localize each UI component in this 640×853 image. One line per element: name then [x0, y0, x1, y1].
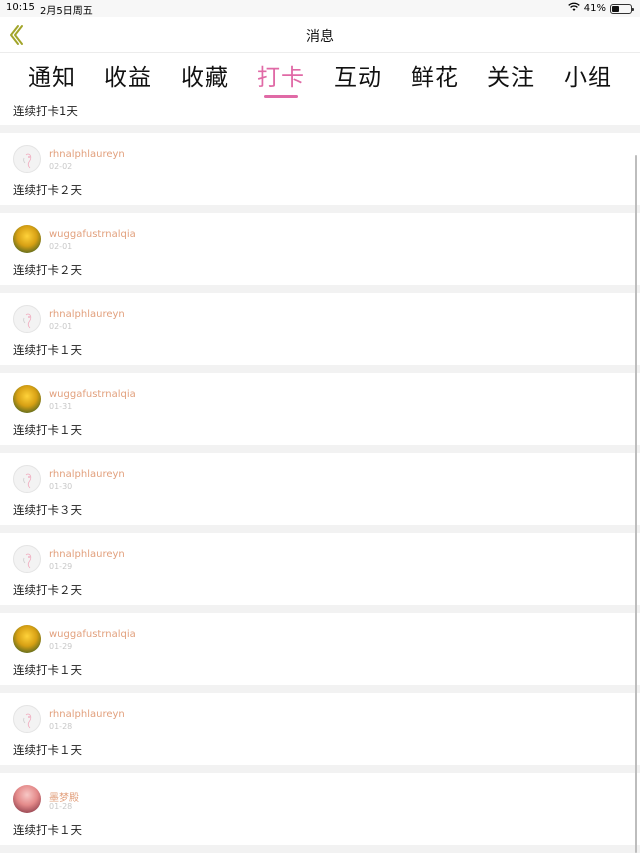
- checkin-message: 连续打卡１天: [13, 423, 82, 437]
- avatar[interactable]: [13, 145, 41, 173]
- page-title: 消息: [306, 29, 334, 45]
- checkin-message: 连续打卡２天: [13, 263, 82, 277]
- list-item[interactable]: rhnalphlaureyn 01-29 连续打卡２天: [0, 533, 640, 605]
- tab-interaction[interactable]: 互动: [320, 58, 396, 92]
- username-link[interactable]: rhnalphlaureyn: [49, 149, 125, 160]
- checkin-date: 02-01: [49, 242, 73, 251]
- scrollbar[interactable]: [635, 155, 637, 853]
- avatar[interactable]: [13, 305, 41, 333]
- username-link[interactable]: rhnalphlaureyn: [49, 709, 125, 720]
- checkin-message: 连续打卡１天: [13, 663, 82, 677]
- list-item[interactable]: 墨梦殿 01-28 连续打卡１天: [0, 773, 640, 845]
- list-item[interactable]: rhnalphlaureyn 01-30 连续打卡３天: [0, 453, 640, 525]
- username-link[interactable]: wuggafustrnalqia: [49, 229, 136, 240]
- checkin-message: 连续打卡２天: [13, 583, 82, 597]
- username-link[interactable]: wuggafustrnalqia: [49, 629, 136, 640]
- checkin-message: 连续打卡1天: [13, 104, 78, 118]
- checkin-date: 01-28: [49, 802, 73, 811]
- checkin-date: 01-29: [49, 642, 73, 651]
- list-item[interactable]: wuggafustrnalqia 01-31 连续打卡１天: [0, 373, 640, 445]
- username-link[interactable]: rhnalphlaureyn: [49, 309, 125, 320]
- wifi-icon: [568, 2, 580, 15]
- avatar[interactable]: [13, 225, 41, 253]
- battery-icon: [610, 3, 634, 14]
- checkin-message: 连续打卡１天: [13, 743, 82, 757]
- username-link[interactable]: rhnalphlaureyn: [49, 549, 125, 560]
- status-bar: 10:15 2月5日周五 41%: [0, 0, 640, 17]
- tab-checkin[interactable]: 打卡: [243, 58, 319, 92]
- checkin-list[interactable]: 连续打卡1天 rhnalphlaureyn 02-02 连续打卡２天 wugga…: [0, 101, 640, 853]
- active-tab-indicator: [264, 95, 298, 98]
- avatar[interactable]: [13, 785, 41, 813]
- avatar[interactable]: [13, 545, 41, 573]
- battery-percent: 41%: [583, 3, 606, 14]
- checkin-date: 01-30: [49, 482, 73, 491]
- nav-bar: 消息: [0, 17, 640, 53]
- username-link[interactable]: rhnalphlaureyn: [49, 469, 125, 480]
- tab-following[interactable]: 关注: [473, 58, 549, 92]
- tab-bar: 通知 收益 收藏 打卡 互动 鲜花 关注 小组: [0, 53, 640, 101]
- checkin-date: 01-29: [49, 562, 73, 571]
- list-item[interactable]: 连续打卡1天: [0, 101, 640, 125]
- list-item[interactable]: rhnalphlaureyn 02-02 连续打卡２天: [0, 133, 640, 205]
- username-link[interactable]: wuggafustrnalqia: [49, 389, 136, 400]
- avatar[interactable]: [13, 385, 41, 413]
- tab-groups[interactable]: 小组: [550, 58, 626, 92]
- checkin-message: 连续打卡１天: [13, 823, 82, 837]
- avatar[interactable]: [13, 705, 41, 733]
- checkin-date: 02-01: [49, 322, 73, 331]
- status-date: 2月5日周五: [40, 6, 93, 17]
- tab-favorites[interactable]: 收藏: [167, 58, 243, 92]
- checkin-date: 01-28: [49, 722, 73, 731]
- tab-notifications[interactable]: 通知: [14, 58, 90, 92]
- checkin-message: 连续打卡３天: [13, 503, 82, 517]
- status-right: 41%: [568, 2, 634, 15]
- list-item[interactable]: rhnalphlaureyn 02-01 连续打卡１天: [0, 293, 640, 365]
- list-item[interactable]: wuggafustrnalqia 01-29 连续打卡１天: [0, 613, 640, 685]
- checkin-message: 连续打卡２天: [13, 183, 82, 197]
- list-item[interactable]: rhnalphlaureyn 01-28 连续打卡１天: [0, 693, 640, 765]
- avatar[interactable]: [13, 465, 41, 493]
- tab-flowers[interactable]: 鲜花: [397, 58, 473, 92]
- list-item[interactable]: wuggafustrnalqia 02-01 连续打卡２天: [0, 213, 640, 285]
- checkin-date: 01-31: [49, 402, 73, 411]
- checkin-date: 02-02: [49, 162, 73, 171]
- checkin-message: 连续打卡１天: [13, 343, 82, 357]
- tab-earnings[interactable]: 收益: [90, 58, 166, 92]
- avatar[interactable]: [13, 625, 41, 653]
- status-time: 10:15: [6, 2, 35, 13]
- battery-level: [612, 5, 619, 12]
